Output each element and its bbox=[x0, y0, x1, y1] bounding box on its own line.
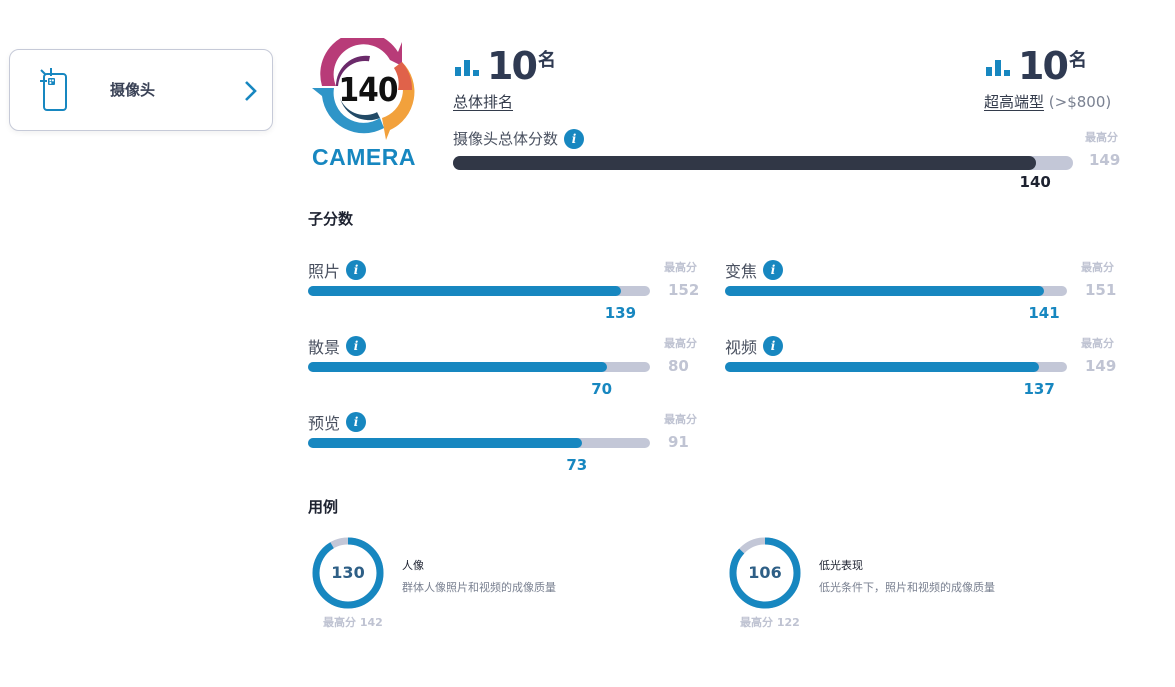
use-case-max: 最高分 142 bbox=[323, 616, 383, 629]
subscore-max-value: 80 bbox=[668, 357, 689, 375]
subscore-bar bbox=[308, 362, 650, 372]
subscore-label-text: 散景 bbox=[308, 338, 341, 357]
subscore-value: 139 bbox=[604, 304, 637, 322]
info-icon[interactable]: i bbox=[564, 128, 585, 149]
rank-suffix: 名 bbox=[1068, 50, 1087, 71]
subscore-label: 变焦 i bbox=[725, 258, 784, 282]
use-case-score: 130 bbox=[331, 563, 365, 582]
subscore-fill bbox=[725, 362, 1040, 372]
rank-number: 10 bbox=[487, 44, 538, 88]
segment-rank: 10 名 bbox=[986, 44, 1087, 88]
phone-camera-icon bbox=[40, 68, 67, 111]
info-icon[interactable]: i bbox=[346, 412, 367, 432]
rank-number: 10 bbox=[1018, 44, 1069, 88]
subscore-value: 137 bbox=[1023, 380, 1055, 398]
subscore-label-text: 变焦 bbox=[725, 262, 758, 281]
info-icon[interactable]: i bbox=[763, 336, 784, 356]
subscore-label: 照片 i bbox=[308, 258, 367, 282]
overall-title-text: 摄像头总体分数 bbox=[453, 130, 559, 148]
info-icon[interactable]: i bbox=[763, 260, 784, 280]
use-case-max: 最高分 122 bbox=[740, 616, 800, 629]
chevron-right-icon bbox=[245, 81, 257, 101]
badge-score: 140 bbox=[338, 70, 399, 109]
subscores-title: 子分数 bbox=[308, 210, 354, 228]
price-segment: (>$800) bbox=[1048, 93, 1112, 111]
subscore-label: 视频 i bbox=[725, 334, 784, 358]
info-icon[interactable]: i bbox=[346, 260, 367, 280]
subscore-label: 预览 i bbox=[308, 410, 367, 434]
max-label: 最高分 bbox=[1081, 337, 1114, 350]
subscore-label-text: 照片 bbox=[308, 262, 341, 281]
subscore-fill bbox=[308, 438, 583, 448]
subscore-fill bbox=[308, 362, 608, 372]
subscore-fill bbox=[725, 286, 1045, 296]
overall-max-value: 149 bbox=[1089, 151, 1121, 169]
overall-score-value: 140 bbox=[1019, 173, 1051, 191]
subscore-value: 73 bbox=[566, 456, 588, 474]
subscore-value: 141 bbox=[1028, 304, 1060, 322]
rank-label[interactable]: 总体排名 bbox=[453, 93, 513, 111]
subscore-max-value: 152 bbox=[668, 281, 700, 299]
use-case-donut: 130 bbox=[311, 536, 385, 610]
segment-rank-link[interactable]: 超高端型 (>$800) bbox=[984, 91, 1111, 112]
use-case-desc: 低光条件下，照片和视频的成像质量 bbox=[819, 581, 995, 594]
max-label: 最高分 bbox=[664, 261, 697, 274]
info-icon[interactable]: i bbox=[346, 336, 367, 356]
subscore-fill bbox=[308, 286, 621, 296]
use-case-desc: 群体人像照片和视频的成像质量 bbox=[402, 581, 556, 594]
max-label: 最高分 bbox=[664, 337, 697, 350]
badge-category: CAMERA bbox=[312, 144, 416, 170]
subscore-label-text: 预览 bbox=[308, 414, 341, 433]
bar-chart-icon bbox=[455, 60, 479, 76]
subscore-max-value: 149 bbox=[1085, 357, 1117, 375]
overall-rank: 10 名 bbox=[455, 44, 556, 88]
use-case-donut: 106 bbox=[728, 536, 802, 610]
sidebar-item-camera[interactable]: 摄像头 bbox=[9, 49, 273, 131]
overall-rank-link[interactable]: 总体排名 bbox=[453, 91, 513, 112]
camera-score-badge: 140 CAMERA bbox=[306, 38, 422, 178]
bar-chart-icon bbox=[986, 60, 1010, 76]
subscore-bar bbox=[725, 286, 1067, 296]
subscore-max-value: 91 bbox=[668, 433, 689, 451]
overall-score-title: 摄像头总体分数 i bbox=[453, 128, 585, 149]
use-case-title: 人像 bbox=[402, 559, 424, 572]
rank-suffix: 名 bbox=[537, 50, 556, 71]
subscore-label: 散景 i bbox=[308, 334, 367, 358]
overall-score-bar bbox=[453, 156, 1073, 170]
subscore-bar bbox=[725, 362, 1067, 372]
subscore-max-value: 151 bbox=[1085, 281, 1117, 299]
max-label: 最高分 bbox=[664, 413, 697, 426]
subscore-bar bbox=[308, 438, 650, 448]
subscore-label-text: 视频 bbox=[725, 338, 758, 357]
use-cases-title: 用例 bbox=[308, 498, 339, 516]
max-label: 最高分 bbox=[1085, 131, 1118, 144]
overall-score-fill bbox=[453, 156, 1036, 170]
max-label: 最高分 bbox=[1081, 261, 1114, 274]
rank-label[interactable]: 超高端型 bbox=[984, 93, 1044, 111]
use-case-score: 106 bbox=[748, 563, 782, 582]
sidebar-item-label: 摄像头 bbox=[110, 81, 156, 99]
use-case-title: 低光表现 bbox=[819, 559, 863, 572]
subscore-bar bbox=[308, 286, 650, 296]
subscore-value: 70 bbox=[591, 380, 613, 398]
